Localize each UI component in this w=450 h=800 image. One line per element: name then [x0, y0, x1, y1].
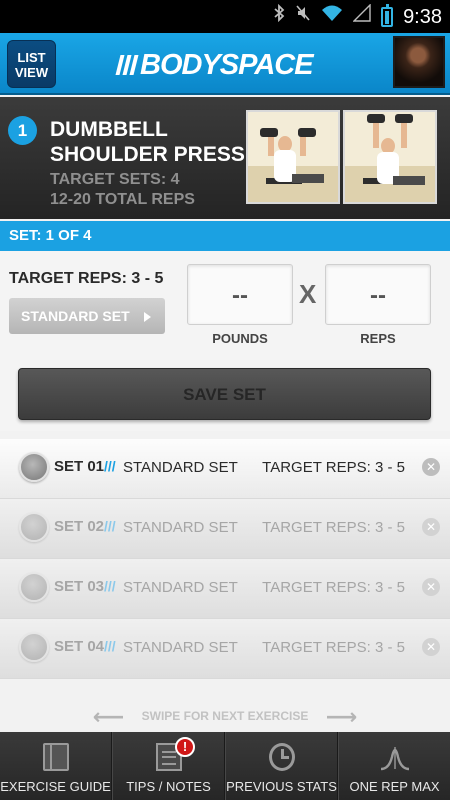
set-list: SET 01 /// STANDARD SET TARGET REPS: 3 -… — [0, 439, 450, 679]
set-separator: /// — [104, 578, 116, 594]
nav-label: TIPS / NOTES — [126, 779, 211, 794]
set-entry-panel: TARGET REPS: 3 - 5 STANDARD SET -- X -- … — [0, 251, 450, 431]
logo-text: BODYSPACE — [140, 48, 314, 81]
nav-previous-stats[interactable]: PREVIOUS STATS — [225, 732, 338, 800]
set-indicator: SET: 1 OF 4 — [0, 221, 450, 251]
logo-bars-icon — [115, 55, 139, 75]
arrow-left-icon: ⟵ — [92, 703, 125, 729]
set-name: SET 02 — [54, 518, 105, 535]
set-target-reps: TARGET REPS: 3 - 5 — [262, 519, 405, 536]
set-radio-icon[interactable] — [19, 452, 49, 482]
reps-input[interactable]: -- — [325, 264, 431, 325]
bodyspace-logo: BODYSPACE — [115, 48, 332, 81]
reps-label: REPS — [360, 331, 396, 346]
bell-curve-icon — [380, 743, 410, 771]
delete-set-icon[interactable]: ✕ — [422, 458, 440, 476]
list-view-label-line1: LIST — [17, 50, 46, 65]
set-type-value: STANDARD SET — [21, 308, 130, 324]
dropdown-arrow-icon — [144, 312, 151, 322]
set-target-reps: TARGET REPS: 3 - 5 — [262, 579, 405, 596]
book-icon — [42, 743, 69, 771]
delete-set-icon[interactable]: ✕ — [422, 518, 440, 536]
set-type: STANDARD SET — [123, 459, 238, 476]
signal-icon — [352, 3, 371, 29]
set-row-1[interactable]: SET 01 /// STANDARD SET TARGET REPS: 3 -… — [0, 439, 450, 499]
list-view-button[interactable]: LIST VIEW — [7, 40, 56, 88]
exercise-image-start[interactable] — [246, 110, 340, 204]
nav-one-rep-max[interactable]: ONE REP MAX — [338, 732, 450, 800]
list-view-label-line2: VIEW — [14, 65, 49, 80]
set-type: STANDARD SET — [123, 579, 238, 596]
set-separator: /// — [104, 638, 116, 654]
set-type: STANDARD SET — [123, 639, 238, 656]
save-set-button[interactable]: SAVE SET — [18, 368, 431, 420]
delete-set-icon[interactable]: ✕ — [422, 638, 440, 656]
pounds-label: POUNDS — [212, 331, 268, 346]
swipe-hint-text: SWIPE FOR NEXT EXERCISE — [141, 709, 309, 723]
swipe-hint[interactable]: ⟵ SWIPE FOR NEXT EXERCISE ⟶ — [0, 700, 450, 732]
times-sign: X — [299, 279, 317, 309]
nav-exercise-guide[interactable]: EXERCISE GUIDE — [0, 732, 112, 800]
exercise-number-badge: 1 — [8, 116, 37, 145]
set-type-dropdown[interactable]: STANDARD SET — [9, 298, 165, 334]
set-name: SET 01 — [54, 458, 105, 475]
exercise-info: 1 DUMBBELL SHOULDER PRESS TARGET SETS: 4… — [0, 97, 450, 219]
set-name: SET 04 — [54, 638, 105, 655]
set-type: STANDARD SET — [123, 519, 238, 536]
set-name: SET 03 — [54, 578, 105, 595]
nav-label: PREVIOUS STATS — [226, 779, 337, 794]
set-row-2[interactable]: SET 02 /// STANDARD SET TARGET REPS: 3 -… — [0, 499, 450, 559]
set-separator: /// — [104, 458, 116, 474]
set-separator: /// — [104, 518, 116, 534]
exercise-total-reps: 12-20 TOTAL REPS — [50, 191, 195, 208]
set-radio-icon[interactable] — [19, 632, 49, 662]
nav-label: EXERCISE GUIDE — [0, 779, 111, 794]
arrow-right-icon: ⟶ — [325, 703, 358, 729]
profile-avatar[interactable] — [393, 36, 445, 88]
status-bar: 9:38 — [0, 0, 450, 33]
target-reps-label: TARGET REPS: 3 - 5 — [9, 270, 164, 287]
pounds-input[interactable]: -- — [187, 264, 293, 325]
nav-label: ONE REP MAX — [349, 779, 440, 794]
history-clock-icon — [268, 743, 295, 771]
app-header: LIST VIEW BODYSPACE — [0, 33, 450, 95]
set-target-reps: TARGET REPS: 3 - 5 — [262, 459, 405, 476]
mute-icon — [295, 4, 311, 29]
wifi-icon — [321, 4, 343, 29]
nav-tips-notes[interactable]: TIPS / NOTES — [112, 732, 225, 800]
set-radio-icon[interactable] — [19, 572, 49, 602]
bluetooth-icon — [273, 3, 285, 29]
set-row-3[interactable]: SET 03 /// STANDARD SET TARGET REPS: 3 -… — [0, 559, 450, 619]
status-time: 9:38 — [403, 5, 442, 28]
battery-icon — [381, 3, 394, 27]
set-row-4[interactable]: SET 04 /// STANDARD SET TARGET REPS: 3 -… — [0, 619, 450, 679]
exercise-meta: TARGET SETS: 4 12-20 TOTAL REPS — [50, 170, 195, 210]
bottom-nav: EXERCISE GUIDE TIPS / NOTES PREVIOUS STA… — [0, 732, 450, 800]
delete-set-icon[interactable]: ✕ — [422, 578, 440, 596]
exercise-image-end[interactable] — [343, 110, 437, 204]
set-target-reps: TARGET REPS: 3 - 5 — [262, 639, 405, 656]
exercise-title: DUMBBELL SHOULDER PRESS — [50, 118, 245, 166]
set-radio-icon[interactable] — [19, 512, 49, 542]
exercise-target-sets: TARGET SETS: 4 — [50, 171, 180, 188]
notes-alert-badge: ! — [175, 737, 195, 757]
